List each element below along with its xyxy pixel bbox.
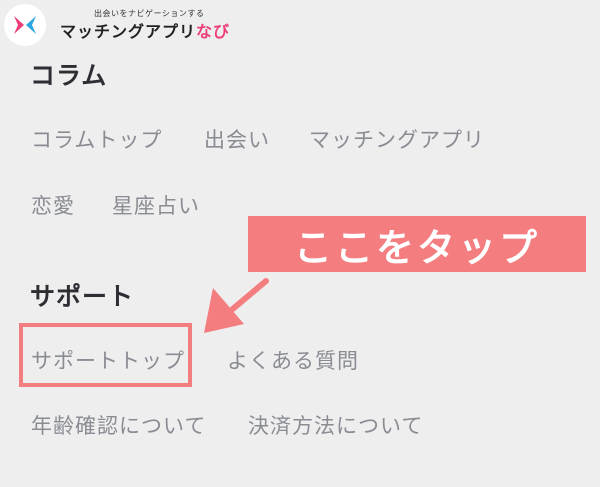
support-section-title: サポート — [30, 282, 135, 311]
link-payment-methods[interactable]: 決済方法について — [248, 410, 423, 440]
link-faq[interactable]: よくある質問 — [227, 345, 359, 375]
link-support-top[interactable]: サポートトップ — [31, 345, 185, 375]
link-age-verification[interactable]: 年齢確認について — [31, 410, 206, 440]
